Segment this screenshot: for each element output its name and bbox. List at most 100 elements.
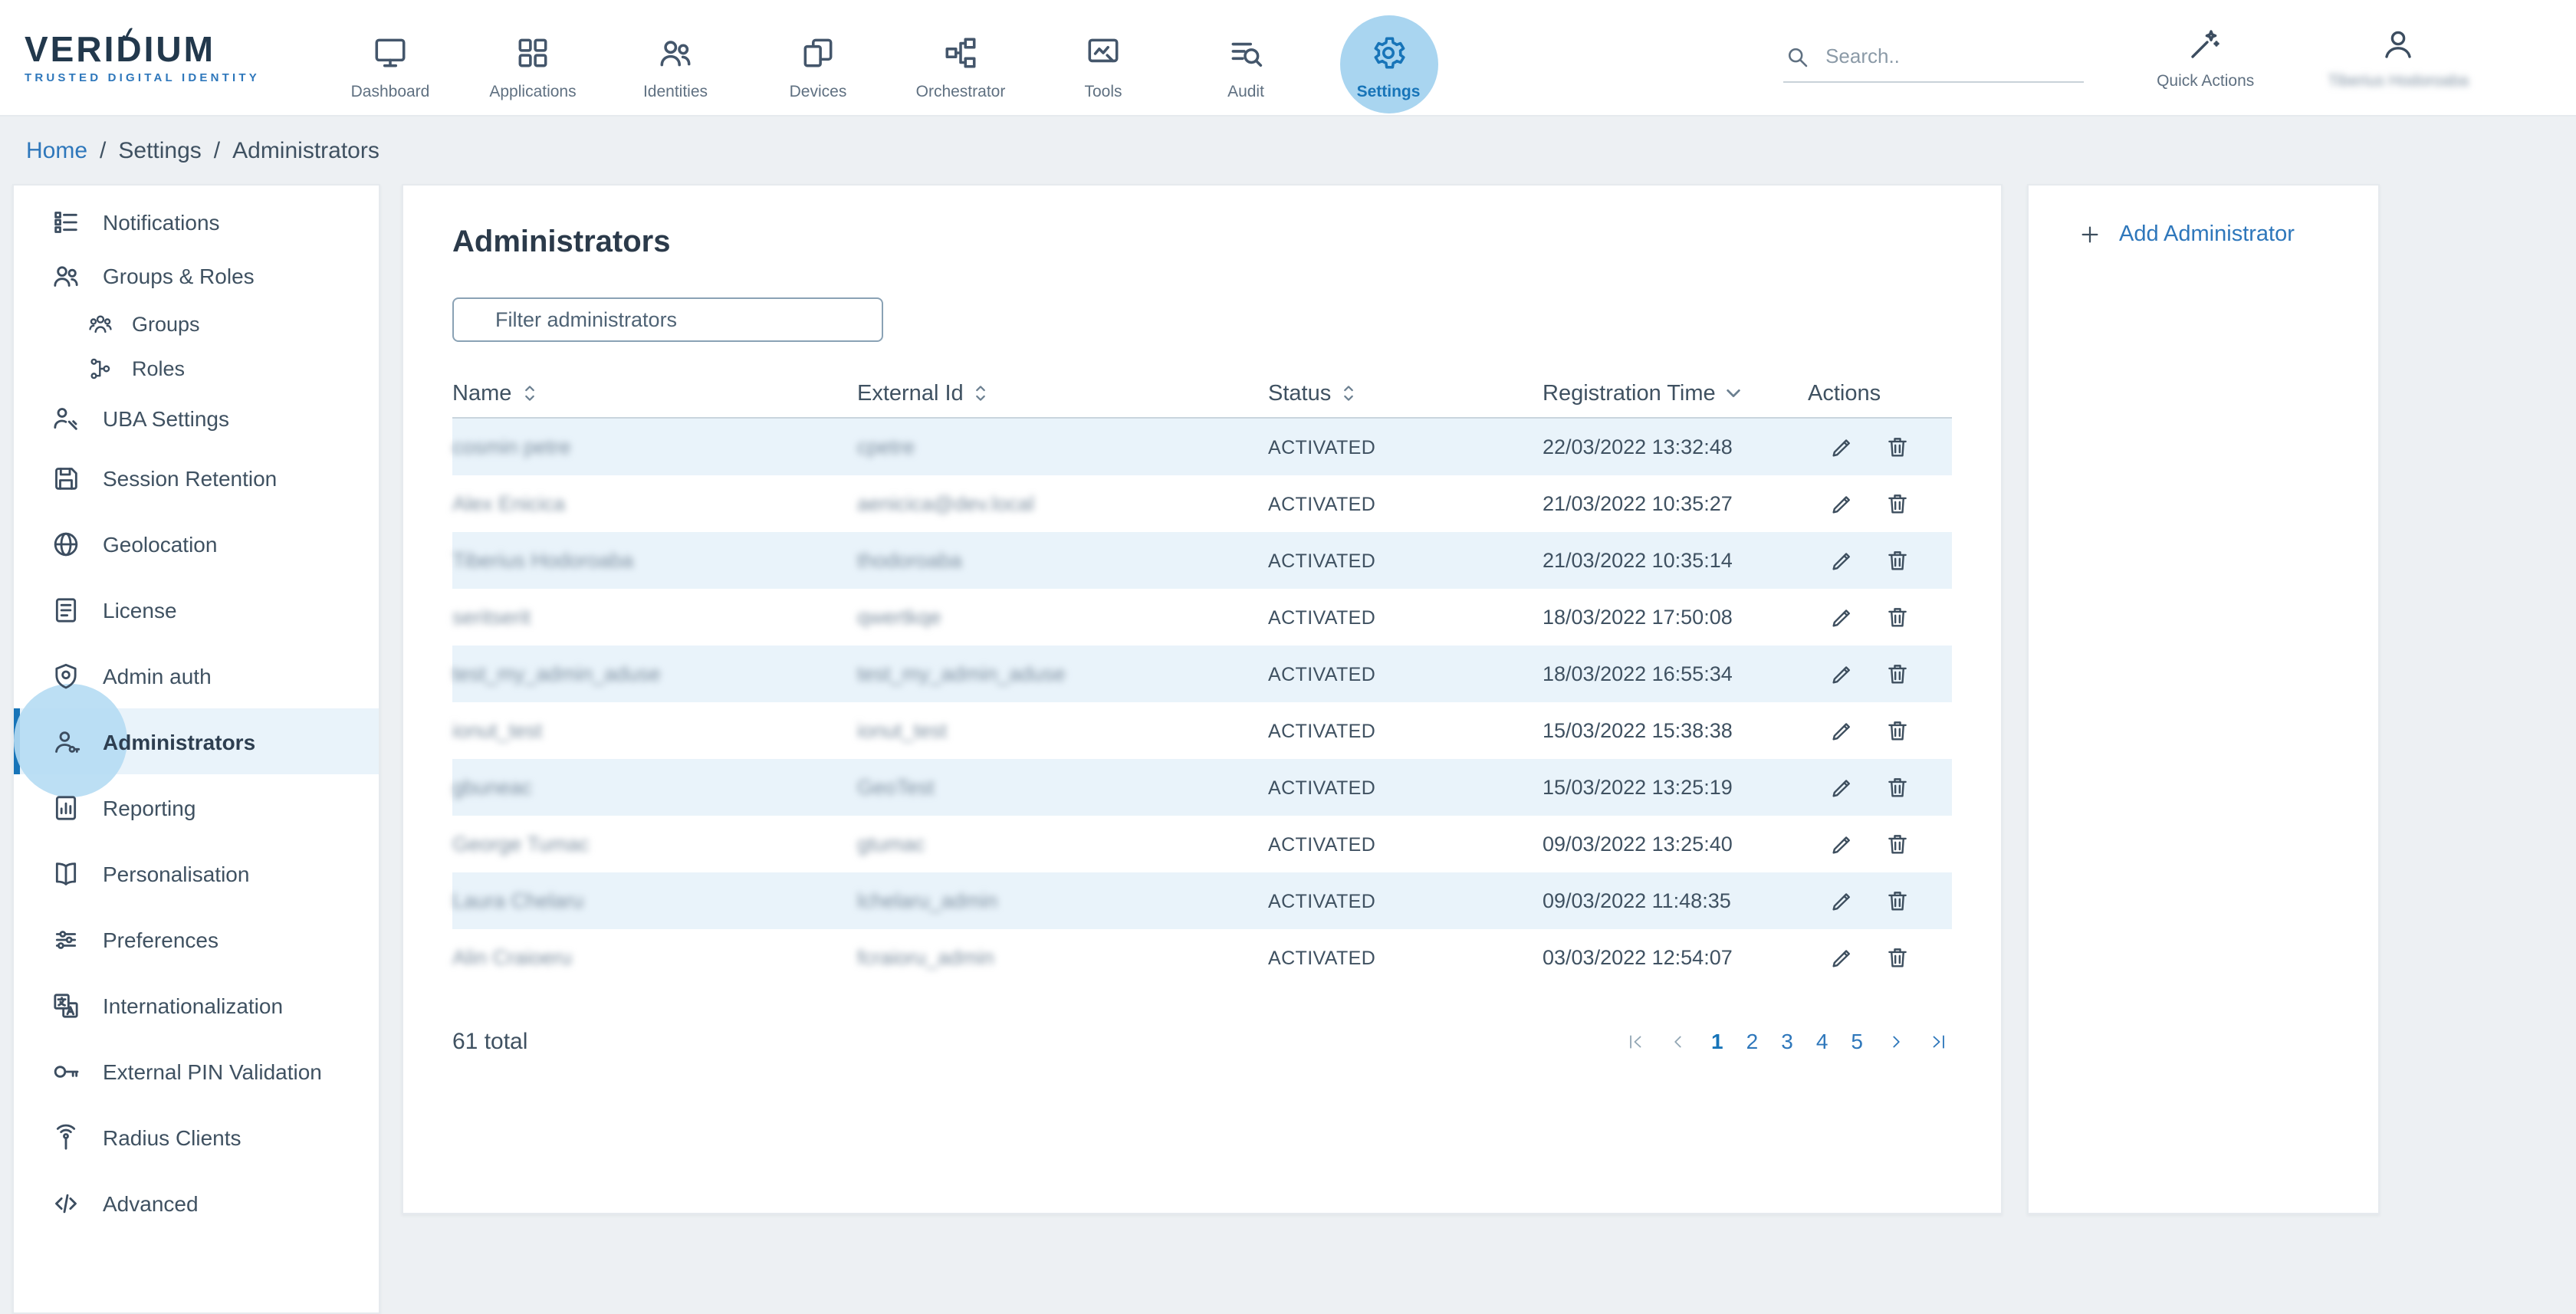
breadcrumb-settings[interactable]: Settings	[118, 137, 201, 163]
edit-button[interactable]	[1826, 885, 1858, 917]
sidebar-item-radius-clients[interactable]: Radius Clients	[14, 1104, 379, 1170]
sidebar-item-external-pin-validation[interactable]: External PIN Validation	[14, 1038, 379, 1104]
breadcrumb-home[interactable]: Home	[26, 137, 87, 163]
admin-registration-time: 03/03/2022 12:54:07	[1543, 946, 1808, 969]
first-page-button[interactable]	[1622, 1028, 1648, 1054]
edit-button[interactable]	[1826, 828, 1858, 860]
filter-administrators-input[interactable]	[452, 297, 883, 342]
admin-name: Alex Enicica	[452, 492, 857, 515]
edit-button[interactable]	[1826, 601, 1858, 633]
sidebar-item-license[interactable]: License	[14, 577, 379, 642]
edit-icon	[1829, 718, 1855, 744]
delete-button[interactable]	[1881, 941, 1914, 974]
nav-item-dashboard[interactable]: Dashboard	[319, 29, 462, 101]
table-row[interactable]: cosmin petrecpetreACTIVATED22/03/2022 13…	[452, 419, 1952, 475]
table-row[interactable]: Tiberius HodoroabathodoroabaACTIVATED21/…	[452, 532, 1952, 589]
table-row[interactable]: Alex Enicicaaenicica@dev.localACTIVATED2…	[452, 475, 1952, 532]
admin-external-id: fcraioru_admin	[857, 946, 1268, 969]
quick-actions-button[interactable]: Quick Actions	[2157, 25, 2254, 90]
delete-button[interactable]	[1881, 885, 1914, 917]
table-row[interactable]: Alin Craioerufcraioru_adminACTIVATED03/0…	[452, 929, 1952, 986]
sort-updown-icon	[1340, 385, 1357, 402]
nav-item-applications[interactable]: Applications	[462, 29, 604, 101]
sidebar-item-personalisation[interactable]: Personalisation	[14, 840, 379, 906]
nav-item-label: Dashboard	[351, 83, 430, 101]
edit-icon	[1829, 944, 1855, 971]
sidebar-item-label: Groups	[132, 313, 200, 336]
sidebar-item-groups[interactable]: Groups	[14, 302, 379, 347]
administrators-table: NameExternal IdStatusRegistration TimeAc…	[452, 370, 1952, 986]
delete-button[interactable]	[1881, 544, 1914, 577]
edit-button[interactable]	[1826, 431, 1858, 463]
edit-button[interactable]	[1826, 658, 1858, 690]
user-menu[interactable]: Tiberius Hodoroaba	[2328, 25, 2469, 90]
sidebar-item-groups-roles[interactable]: Groups & Roles	[14, 248, 379, 302]
sidebar-item-administrators[interactable]: Administrators	[14, 708, 379, 774]
delete-button[interactable]	[1881, 771, 1914, 803]
edit-button[interactable]	[1826, 771, 1858, 803]
applications-icon	[514, 34, 552, 72]
delete-button[interactable]	[1881, 601, 1914, 633]
page-button-2[interactable]: 2	[1743, 1026, 1762, 1056]
row-actions	[1808, 601, 1952, 633]
table-row[interactable]: test_my_admin_adusetest_my_admin_aduseAC…	[452, 646, 1952, 702]
table-row[interactable]: gbuneacGeoTestACTIVATED15/03/2022 13:25:…	[452, 759, 1952, 816]
table-row[interactable]: Laura Chelarulchelaru_adminACTIVATED09/0…	[452, 872, 1952, 929]
delete-button[interactable]	[1881, 431, 1914, 463]
delete-button[interactable]	[1881, 714, 1914, 747]
sidebar-item-preferences[interactable]: Preferences	[14, 906, 379, 972]
admin-name: gbuneac	[452, 776, 857, 799]
edit-button[interactable]	[1826, 488, 1858, 520]
column-header-registration-time[interactable]: Registration Time	[1543, 381, 1808, 406]
nav-item-devices[interactable]: Devices	[747, 29, 889, 101]
admin-registration-time: 09/03/2022 13:25:40	[1543, 833, 1808, 856]
sidebar-item-session-retention[interactable]: Session Retention	[14, 445, 379, 511]
page-button-1[interactable]: 1	[1708, 1026, 1727, 1056]
page-button-3[interactable]: 3	[1778, 1026, 1796, 1056]
sidebar-item-notifications[interactable]: Notifications	[14, 195, 379, 248]
veridium-logo[interactable]: VERIDIUM ✓ TRUSTED DIGITAL IDENTITY	[25, 31, 285, 84]
edit-button[interactable]	[1826, 941, 1858, 974]
sidebar-item-label: Reporting	[103, 795, 196, 820]
nav-item-audit[interactable]: Audit	[1175, 29, 1317, 101]
edit-button[interactable]	[1826, 714, 1858, 747]
sidebar-item-internationalization[interactable]: Internationalization	[14, 972, 379, 1038]
preferences-icon	[51, 924, 81, 954]
delete-button[interactable]	[1881, 488, 1914, 520]
search-input[interactable]	[1825, 44, 2040, 67]
last-page-button[interactable]	[1926, 1028, 1952, 1054]
delete-button[interactable]	[1881, 828, 1914, 860]
admin-external-id: cpetre	[857, 435, 1268, 458]
admin-name: Alin Craioeru	[452, 946, 857, 969]
next-page-button[interactable]	[1883, 1028, 1909, 1054]
sidebar-item-label: Advanced	[103, 1191, 199, 1215]
sort-updown-icon	[521, 385, 537, 402]
sidebar-item-geolocation[interactable]: Geolocation	[14, 511, 379, 577]
admin-status: ACTIVATED	[1268, 663, 1543, 685]
sidebar-item-uba-settings[interactable]: UBA Settings	[14, 391, 379, 445]
page-button-4[interactable]: 4	[1813, 1026, 1832, 1056]
row-actions	[1808, 658, 1952, 690]
sidebar-item-roles[interactable]: Roles	[14, 347, 379, 391]
page-button-5[interactable]: 5	[1848, 1026, 1866, 1056]
column-header-external-id[interactable]: External Id	[857, 381, 1268, 406]
delete-button[interactable]	[1881, 658, 1914, 690]
sidebar-item-label: Radius Clients	[103, 1125, 242, 1149]
plus-icon	[2078, 222, 2102, 247]
nav-item-settings[interactable]: Settings	[1317, 29, 1460, 101]
sidebar-item-advanced[interactable]: Advanced	[14, 1170, 379, 1236]
row-actions	[1808, 431, 1952, 463]
table-row[interactable]: ionut_testionut_testACTIVATED15/03/2022 …	[452, 702, 1952, 759]
column-header-status[interactable]: Status	[1268, 381, 1543, 406]
add-administrator-button[interactable]: Add Administrator	[2078, 222, 2378, 247]
previous-page-button[interactable]	[1665, 1028, 1691, 1054]
nav-item-label: Devices	[790, 83, 847, 101]
nav-item-tools[interactable]: Tools	[1032, 29, 1175, 101]
table-row[interactable]: seritseritqwertkqeACTIVATED18/03/2022 17…	[452, 589, 1952, 646]
column-header-name[interactable]: Name	[452, 381, 857, 406]
edit-button[interactable]	[1826, 544, 1858, 577]
admin-external-id: thodoroaba	[857, 549, 1268, 572]
table-row[interactable]: George TumacgtumacACTIVATED09/03/2022 13…	[452, 816, 1952, 872]
nav-item-identities[interactable]: Identities	[604, 29, 747, 101]
nav-item-orchestrator[interactable]: Orchestrator	[889, 29, 1032, 101]
